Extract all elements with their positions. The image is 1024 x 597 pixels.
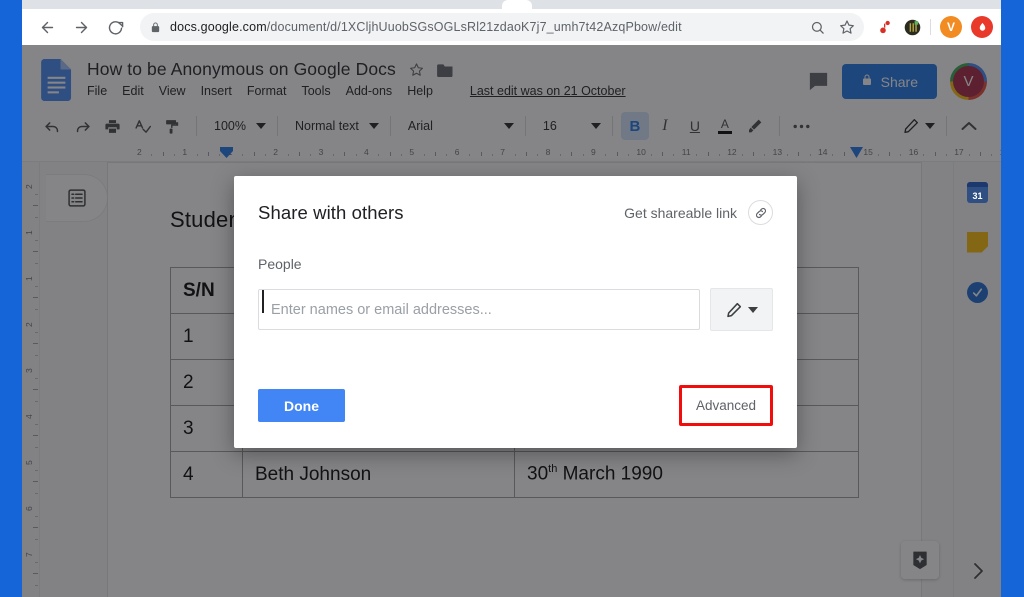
people-label: People <box>258 256 302 272</box>
dialog-title: Share with others <box>258 201 404 223</box>
done-button[interactable]: Done <box>258 389 345 422</box>
reload-icon[interactable] <box>101 13 129 41</box>
browser-nav-row: docs.google.com/document/d/1XCljhUuobSGs… <box>22 9 1001 45</box>
url-text: docs.google.com/document/d/1XCljhUuobSGs… <box>170 20 682 34</box>
lock-icon <box>150 21 161 34</box>
omnibox-actions <box>808 13 856 41</box>
chevron-down-icon <box>747 306 758 313</box>
dialog-header: Share with others Get shareable link <box>258 200 773 225</box>
link-icon <box>748 200 773 225</box>
extension-red-icon[interactable] <box>876 18 894 36</box>
extension-dark-icon[interactable] <box>903 18 921 36</box>
share-with-others-dialog: Share with others Get shareable link Peo… <box>234 176 797 448</box>
address-bar[interactable]: docs.google.com/document/d/1XCljhUuobSGs… <box>140 13 864 41</box>
back-arrow-icon[interactable] <box>33 13 61 41</box>
browser-chrome: docs.google.com/document/d/1XCljhUuobSGs… <box>22 0 1001 45</box>
dialog-footer: Done Advanced <box>258 385 773 426</box>
forward-arrow-icon[interactable] <box>67 13 95 41</box>
calendar-day: 31 <box>972 190 983 201</box>
opera-red-icon[interactable] <box>971 16 993 38</box>
url-path: /document/d/1XCljhUuobSGsOGLsRl21zdaoK7j… <box>266 20 682 34</box>
star-icon[interactable] <box>838 18 856 36</box>
people-input[interactable] <box>258 289 700 330</box>
edit-pencil-icon <box>726 302 742 318</box>
advanced-button[interactable]: Advanced <box>685 392 766 419</box>
people-input-row <box>258 288 773 331</box>
extensions-row: V <box>870 16 993 38</box>
permission-dropdown[interactable] <box>710 288 773 331</box>
browser-tab-active[interactable] <box>502 0 532 9</box>
screen: docs.google.com/document/d/1XCljhUuobSGs… <box>0 0 1024 597</box>
tab-strip <box>22 0 1001 9</box>
get-shareable-link-label: Get shareable link <box>624 204 737 221</box>
url-domain: docs.google.com <box>170 20 267 34</box>
text-cursor <box>262 290 264 313</box>
advanced-highlight-box: Advanced <box>678 385 773 426</box>
get-shareable-link-button[interactable]: Get shareable link <box>624 200 773 225</box>
zoom-magnifier-icon[interactable] <box>808 18 826 36</box>
divider <box>930 19 931 35</box>
profile-avatar[interactable]: V <box>940 16 962 38</box>
